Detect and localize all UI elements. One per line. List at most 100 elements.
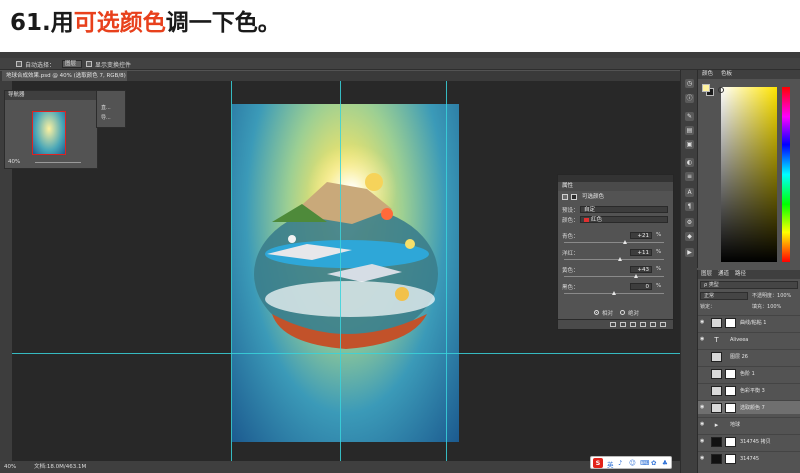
show-transform-checkbox[interactable] xyxy=(86,61,92,67)
slider-knob[interactable] xyxy=(623,240,627,244)
guide-vertical-center[interactable] xyxy=(340,81,341,461)
navigator-side-panel[interactable]: 直... 导... xyxy=(96,90,126,128)
layers-panel[interactable]: 图层 通道 路径 ρ 类型 正常 不透明度：100% 锁定： 填充：100% ◉ 曲线… xyxy=(697,270,800,473)
tab-channels[interactable]: 通道 xyxy=(715,271,732,277)
layer-row[interactable]: 色阶 1 xyxy=(698,366,800,380)
eye-icon[interactable] xyxy=(650,322,656,327)
navigator-panel[interactable]: 导航器 40% xyxy=(4,90,98,169)
layer-row[interactable]: ◉ 314745 拷贝 xyxy=(698,434,800,448)
absolute-radio[interactable] xyxy=(620,310,625,315)
eye-icon[interactable] xyxy=(700,388,706,393)
slider-track[interactable] xyxy=(564,259,664,260)
sogou-logo-icon[interactable]: S xyxy=(593,458,603,468)
status-zoom[interactable]: 40% xyxy=(4,461,16,473)
ime-voice-icon[interactable]: ♪ xyxy=(618,459,622,467)
ime-emoji-icon[interactable]: ☺ xyxy=(629,459,636,467)
slider-track[interactable] xyxy=(564,276,664,277)
layer-row[interactable]: ◉ 曲线/粘粘 1 xyxy=(698,315,800,329)
eye-icon[interactable]: ◉ xyxy=(700,439,706,444)
side-panel-item-2[interactable]: 导... xyxy=(101,114,111,121)
tab-paths[interactable]: 路径 xyxy=(732,271,749,277)
layer-filter-dropdown[interactable]: ρ 类型 xyxy=(700,281,798,289)
properties-panel[interactable]: 属性 可选颜色 预设： 自定 颜色： 红色 青色： +21% 洋红： +11% 黄色： +… xyxy=(557,174,674,330)
document-tab[interactable]: 地球合成效果.psd @ 40% (选取颜色 7, RGB/8) * xyxy=(2,71,127,81)
color-picker-field[interactable] xyxy=(718,87,777,262)
properties-tab[interactable]: 属性 xyxy=(558,182,673,191)
document-canvas[interactable] xyxy=(232,104,459,442)
fg-bg-swatches[interactable] xyxy=(702,84,714,96)
slider-value-input[interactable]: +43 xyxy=(630,266,652,273)
guide-vertical-left[interactable] xyxy=(231,81,232,461)
tool-presets-icon[interactable]: ⚙ xyxy=(685,218,694,227)
clone-icon[interactable]: ▣ xyxy=(685,140,694,149)
layer-row[interactable]: 色彩平衡 3 xyxy=(698,383,800,397)
layer-row[interactable]: 图层 26 xyxy=(698,349,800,363)
layer-mask-thumbnail[interactable] xyxy=(725,454,736,464)
hue-slider[interactable] xyxy=(782,87,790,262)
history-icon[interactable]: ◷ xyxy=(685,79,694,88)
auto-select-checkbox[interactable] xyxy=(16,61,22,67)
color-picker-cursor[interactable] xyxy=(718,87,724,93)
slider-value-input[interactable]: +11 xyxy=(630,249,652,256)
layer-row[interactable]: ◉ 314745 xyxy=(698,451,800,465)
slider-value-input[interactable]: 0 xyxy=(630,283,652,290)
swatches-icon[interactable]: ▤ xyxy=(685,126,694,135)
paragraph-icon[interactable]: ¶ xyxy=(685,202,694,211)
visibility-icon[interactable] xyxy=(640,322,646,327)
layer-mask-thumbnail[interactable] xyxy=(725,386,736,396)
ime-language-icon[interactable]: 英 xyxy=(607,459,614,469)
text-icon[interactable]: A xyxy=(685,188,694,197)
tab-swatches[interactable]: 色板 xyxy=(717,71,736,77)
color-panel[interactable]: 颜色 色板 xyxy=(697,70,800,268)
eye-icon[interactable]: ◉ xyxy=(700,320,706,325)
preset-dropdown[interactable]: 自定 xyxy=(580,206,668,213)
colors-dropdown[interactable]: 红色 xyxy=(580,216,668,223)
mini-bridge-icon[interactable]: ◆ xyxy=(685,232,694,241)
layer-row[interactable]: ◉ ▸ 地球 xyxy=(698,417,800,431)
clip-icon[interactable] xyxy=(610,322,616,327)
ime-tools-icon[interactable]: ♣ xyxy=(662,459,668,467)
trash-icon[interactable] xyxy=(660,322,666,327)
relative-radio[interactable] xyxy=(594,310,599,315)
eye-icon[interactable]: ◉ xyxy=(700,337,706,342)
navigator-zoom-slider[interactable] xyxy=(35,162,81,163)
eye-icon[interactable]: ◉ xyxy=(700,456,706,461)
layer-mask-thumbnail[interactable] xyxy=(725,403,736,413)
adjustments-icon[interactable]: ≡ xyxy=(685,172,694,181)
layer-row[interactable]: ◉ 选取颜色 7 xyxy=(698,400,800,414)
side-panel-item-1[interactable]: 直... xyxy=(101,104,111,111)
blend-mode-dropdown[interactable]: 正常 xyxy=(700,292,748,300)
ime-toolbar[interactable]: S 英 ♪ ☺ ⌨ ✿ ♣ xyxy=(590,456,672,469)
guide-horizontal[interactable] xyxy=(12,353,680,354)
slider-value-input[interactable]: +21 xyxy=(630,232,652,239)
tab-layers[interactable]: 图层 xyxy=(698,271,715,277)
fill-control[interactable]: 填充：100% xyxy=(752,303,798,311)
auto-select-dropdown[interactable]: 图层 xyxy=(62,60,82,68)
slider-track[interactable] xyxy=(564,242,664,243)
layer-mask-thumbnail[interactable] xyxy=(725,318,736,328)
eye-icon[interactable]: ◉ xyxy=(700,405,706,410)
actions-icon[interactable]: ▶ xyxy=(685,248,694,257)
reset-icon[interactable] xyxy=(630,322,636,327)
eye-icon[interactable] xyxy=(700,354,706,359)
slider-knob[interactable] xyxy=(634,274,638,278)
ime-keyboard-icon[interactable]: ⌨ xyxy=(640,459,649,467)
tab-color[interactable]: 颜色 xyxy=(698,71,717,77)
ime-skin-icon[interactable]: ✿ xyxy=(651,459,656,467)
guide-vertical-right[interactable] xyxy=(446,81,447,461)
eye-icon[interactable]: ◉ xyxy=(700,422,706,427)
info-icon[interactable]: ⓘ xyxy=(685,94,694,103)
brush-icon[interactable]: ✎ xyxy=(685,112,694,121)
navigator-thumbnail[interactable] xyxy=(32,111,66,155)
layer-mask-thumbnail[interactable] xyxy=(725,437,736,447)
fill-value[interactable]: 100% xyxy=(767,304,781,310)
slider-knob[interactable] xyxy=(618,257,622,261)
navigator-zoom[interactable]: 40% xyxy=(8,159,20,165)
mask-icon[interactable] xyxy=(571,194,577,200)
adjustment-icon[interactable] xyxy=(562,194,568,200)
view-previous-icon[interactable] xyxy=(620,322,626,327)
layer-row[interactable]: ◉ T Aliveea xyxy=(698,332,800,346)
foreground-color-swatch[interactable] xyxy=(702,84,710,92)
layer-mask-thumbnail[interactable] xyxy=(725,369,736,379)
eye-icon[interactable] xyxy=(700,371,706,376)
